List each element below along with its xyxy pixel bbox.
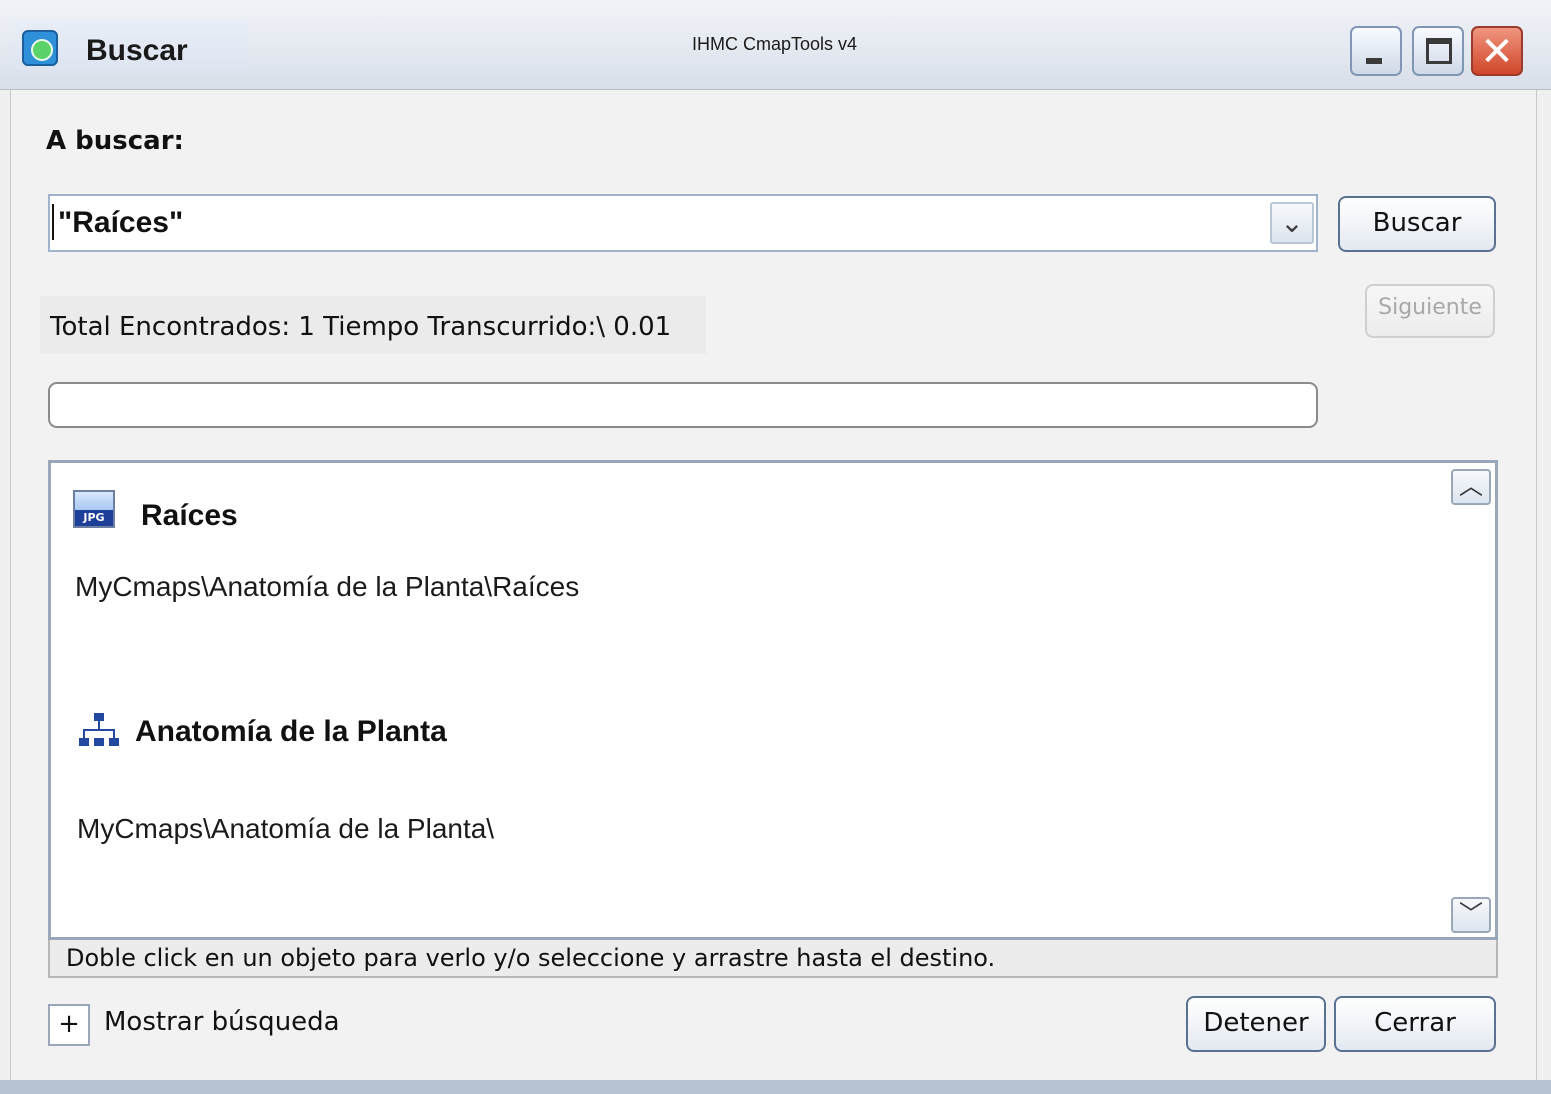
maximize-icon <box>1426 38 1452 64</box>
results-list[interactable]: Raíces MyCmaps\Anatomía de la Planta\Raí… <box>48 460 1498 940</box>
minimize-icon <box>1366 58 1382 64</box>
hint-text: Doble click en un objeto para verlo y/o … <box>66 944 996 972</box>
result-title[interactable]: Anatomía de la Planta <box>135 715 447 749</box>
search-window: Buscar IHMC CmapTools v4 ✕ A buscar: ⌄ B… <box>0 0 1551 1094</box>
jpg-file-icon <box>73 490 115 528</box>
next-button[interactable]: Siguiente <box>1365 284 1495 338</box>
stop-button[interactable]: Detener <box>1186 996 1326 1052</box>
close-button[interactable]: Cerrar <box>1334 996 1496 1052</box>
result-path[interactable]: MyCmaps\Anatomía de la Planta\ <box>77 813 494 845</box>
chevron-down-icon[interactable]: ⌄ <box>1270 202 1314 244</box>
search-input[interactable] <box>58 200 1258 246</box>
result-title[interactable]: Raíces <box>141 499 238 533</box>
scroll-down-button[interactable]: ﹀ <box>1451 897 1491 933</box>
progress-bar <box>48 382 1318 428</box>
close-icon: ✕ <box>1480 29 1514 75</box>
window-bottom-border <box>0 1080 1551 1094</box>
maximize-button[interactable] <box>1412 26 1464 76</box>
title-bar[interactable]: Buscar IHMC CmapTools v4 ✕ <box>0 0 1551 90</box>
scroll-up-button[interactable]: ︿ <box>1451 469 1491 505</box>
minimize-button[interactable] <box>1350 26 1402 76</box>
expand-search-label[interactable]: Mostrar búsqueda <box>104 1007 340 1037</box>
hint-bar: Doble click en un objeto para verlo y/o … <box>48 940 1498 978</box>
close-window-button[interactable]: ✕ <box>1471 26 1523 76</box>
expand-search-button[interactable]: + <box>48 1004 90 1046</box>
app-title: IHMC CmapTools v4 <box>692 34 858 54</box>
search-combobox[interactable]: ⌄ <box>48 194 1318 252</box>
status-text: Total Encontrados: 1 Tiempo Transcurrido… <box>50 312 672 342</box>
cmaptools-logo-icon <box>22 30 58 66</box>
concept-map-icon <box>79 713 119 751</box>
text-caret <box>52 204 54 240</box>
result-path[interactable]: MyCmaps\Anatomía de la Planta\Raíces <box>75 571 579 603</box>
search-button[interactable]: Buscar <box>1338 196 1496 252</box>
window-tab-title: Buscar <box>86 34 188 67</box>
search-label: A buscar: <box>46 126 184 156</box>
